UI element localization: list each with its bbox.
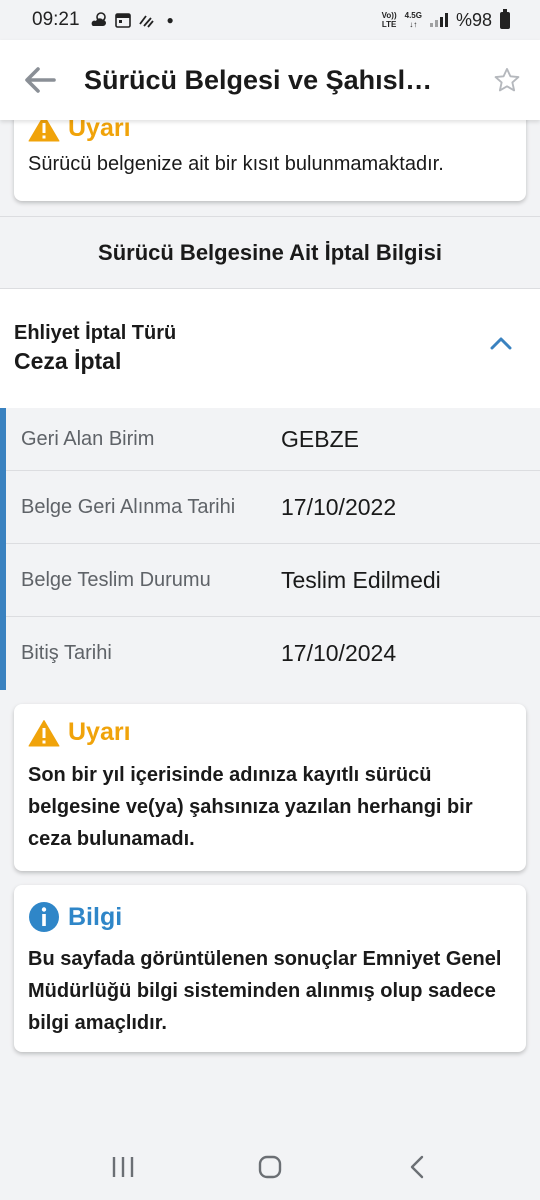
recent-apps-button[interactable] <box>93 1142 153 1192</box>
info-message: Bu sayfada görüntülenen sonuçlar Emniyet… <box>28 948 502 1034</box>
chevron-up-icon[interactable] <box>490 336 512 355</box>
warning-message: Sürücü belgenize ait bir kısıt bulunmama… <box>28 153 444 175</box>
info-heading: Bilgi <box>28 901 512 933</box>
chevron-left-icon <box>410 1155 423 1179</box>
system-nav-bar <box>0 1134 540 1200</box>
penalty-warning-card: Uyarı Son bir yıl içerisinde adınıza kay… <box>14 704 526 871</box>
status-bar: 09:21 ● Vo)) LTE 4.5G ↓↑ %98 <box>0 0 540 40</box>
status-time: 09:21 <box>32 9 80 30</box>
home-button[interactable] <box>240 1142 300 1192</box>
info-card: Bilgi Bu sayfada görüntülenen sonuçlar E… <box>14 885 526 1052</box>
calendar-icon <box>114 13 131 28</box>
info-icon <box>29 902 59 932</box>
system-back-button[interactable] <box>387 1142 447 1192</box>
detail-label: Belge Teslim Durumu <box>21 568 211 591</box>
warning-heading: Uyarı <box>28 718 512 747</box>
star-outline-icon <box>494 67 520 92</box>
page-title: Sürücü Belgesi ve Şahısl… <box>84 64 433 95</box>
volte-indicator: Vo)) LTE <box>381 11 397 29</box>
favorite-button[interactable] <box>474 40 540 120</box>
more-notifications-dot: ● <box>166 13 174 27</box>
data-transfer-icon <box>138 15 154 28</box>
notification-icons: ● <box>90 12 174 28</box>
warning-icon <box>28 120 60 142</box>
status-right: Vo)) LTE 4.5G ↓↑ %98 <box>381 8 510 31</box>
detail-row: Bitiş Tarihi 17/10/2024 <box>6 617 540 690</box>
detail-label: Belge Geri Alınma Tarihi <box>21 495 236 518</box>
detail-value: 17/10/2022 <box>281 493 397 520</box>
home-icon <box>258 1155 282 1179</box>
accordion-label: Ehliyet İptal Türü <box>14 322 177 344</box>
cancellation-details: Geri Alan Birim GEBZE Belge Geri Alınma … <box>0 408 540 690</box>
arrow-left-icon <box>25 67 56 93</box>
battery-percent: %98 <box>455 9 492 30</box>
signal-icon <box>429 13 448 27</box>
detail-value: 17/10/2024 <box>281 640 397 666</box>
app-bar: Sürücü Belgesi ve Şahısl… <box>0 40 540 120</box>
restriction-warning-card: Uyarı Sürücü belgenize ait bir kısıt bul… <box>14 120 526 201</box>
section-title: Sürücü Belgesine Ait İptal Bilgisi <box>0 216 540 289</box>
recent-apps-icon <box>113 1157 134 1177</box>
detail-value: GEBZE <box>281 425 359 452</box>
detail-row: Geri Alan Birim GEBZE <box>6 408 540 471</box>
warning-message: Son bir yıl içerisinde adınıza kayıtlı s… <box>28 764 473 850</box>
scroll-content[interactable]: Uyarı Sürücü belgenize ait bir kısıt bul… <box>0 120 540 1134</box>
detail-value: Teslim Edilmedi <box>281 566 441 593</box>
weather-icon <box>91 12 106 26</box>
battery-icon <box>500 8 510 29</box>
network-speed-indicator: 4.5G ↓↑ <box>404 11 422 29</box>
cancellation-type-accordion[interactable]: Ehliyet İptal Türü Ceza İptal <box>0 289 540 408</box>
detail-row: Belge Geri Alınma Tarihi 17/10/2022 <box>6 471 540 544</box>
warning-heading: Uyarı <box>28 120 512 142</box>
back-button[interactable] <box>0 40 80 120</box>
detail-row: Belge Teslim Durumu Teslim Edilmedi <box>6 544 540 617</box>
detail-label: Bitiş Tarihi <box>21 642 112 664</box>
detail-label: Geri Alan Birim <box>21 427 155 450</box>
warning-icon <box>28 719 60 746</box>
accordion-value: Ceza İptal <box>14 348 122 374</box>
